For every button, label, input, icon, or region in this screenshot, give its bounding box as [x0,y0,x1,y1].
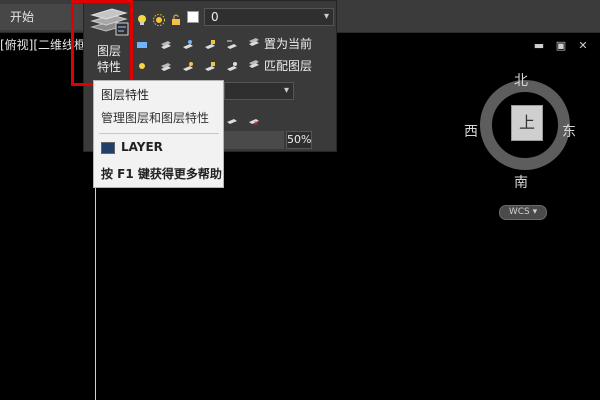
match-layer-label: 匹配图层 [264,59,313,73]
set-current-label: 置为当前 [264,37,313,51]
compass-east[interactable]: 东 [562,121,576,141]
layer-tool-icon[interactable] [226,36,238,49]
viewcube[interactable]: 上 北 南 东 西 WCS ▾ [460,68,590,228]
viewcube-face-top[interactable]: 上 [511,105,543,141]
wcs-menu-button[interactable]: WCS ▾ [499,205,547,220]
tooltip-command: LAYER [121,140,163,154]
tooltip-description: 管理图层和图层特性 [101,111,210,125]
layer-tool-icon[interactable] [204,36,216,49]
color-square-icon[interactable] [187,11,199,23]
light-bulb-icon[interactable] [136,11,148,25]
tooltip: 图层特性 管理图层和图层特性 LAYER 按 F1 键获得更多帮助 [93,80,224,188]
layer-tool-icon[interactable] [160,36,172,49]
tooltip-divider [99,133,219,134]
chevron-down-icon: ▾ [323,11,329,22]
layer-tool-icon[interactable] [136,36,148,48]
command-icon [101,142,115,154]
ucs-axis-line [95,180,96,400]
padlock-icon[interactable] [170,11,182,25]
tooltip-title: 图层特性 [101,88,150,102]
layer-tool-icon[interactable] [136,58,148,70]
chevron-down-icon: ▾ [283,85,289,96]
match-layer-button[interactable]: 匹配图层 [248,57,312,74]
wcs-label: WCS [508,207,530,217]
layer-tool-icon [248,36,260,48]
sun-icon[interactable] [153,11,165,26]
close-icon[interactable]: ✕ [576,39,590,53]
layer-tool-icon [248,58,260,70]
layer-tool-icon[interactable]: x [248,111,260,127]
layer-tool-icon[interactable] [160,58,172,71]
highlight-box [71,0,133,86]
transparency-slider[interactable] [224,131,284,149]
transparency-value[interactable]: 50% [286,131,312,149]
minimize-icon[interactable]: ▬ [532,39,546,53]
compass-west[interactable]: 西 [464,121,478,141]
layer-tool-icon[interactable] [226,111,238,124]
layer-tool-icon[interactable] [182,36,194,49]
current-layer-dropdown[interactable]: 0 ▾ [204,8,334,26]
set-current-button[interactable]: 置为当前 [248,35,312,52]
compass-north[interactable]: 北 [514,70,528,90]
layer-tool-icon[interactable] [226,58,238,71]
svg-text:x: x [254,119,258,126]
current-layer-value: 0 [211,10,219,24]
tooltip-help: 按 F1 键获得更多帮助 [101,167,222,181]
layer-state-dropdown[interactable]: ▾ [224,82,294,100]
chevron-down-icon: ▾ [532,207,538,217]
restore-icon[interactable]: ▣ [554,39,568,53]
layer-tool-icon[interactable] [204,58,216,71]
compass-south[interactable]: 南 [514,172,528,192]
viewport-window-controls: ▬ ▣ ✕ [532,39,594,53]
layer-tool-icon[interactable] [182,58,194,71]
